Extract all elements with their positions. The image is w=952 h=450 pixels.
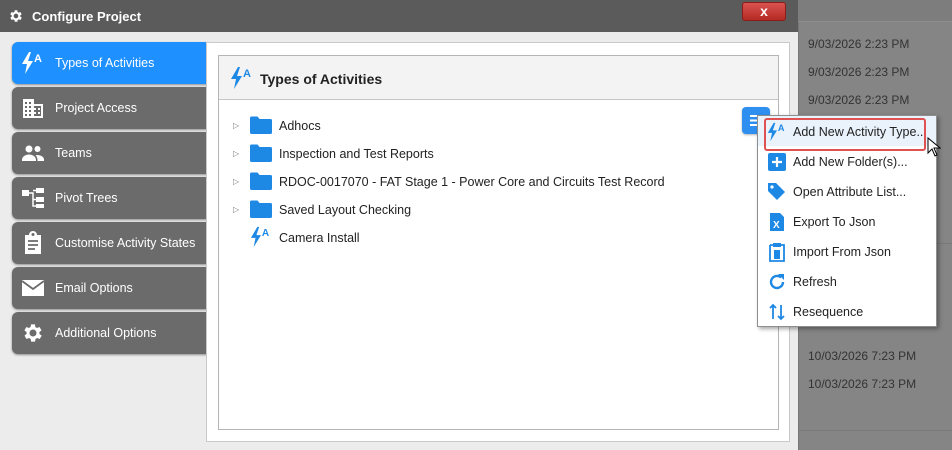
menu-item-label: Import From Json (793, 245, 891, 259)
menu-item-resequence[interactable]: Resequence (758, 296, 936, 326)
clipboard-icon (25, 231, 41, 254)
dialog-body: A Types of Activities Project Access Tea… (0, 32, 798, 450)
gear-icon (10, 10, 22, 22)
tree-item-label: Adhocs (279, 119, 321, 133)
svg-text:A: A (243, 68, 251, 80)
configure-project-dialog: Configure Project x A Types of Activitie… (0, 0, 798, 450)
mouse-cursor-icon (927, 137, 941, 157)
sidebar-item-teams[interactable]: Teams (12, 132, 208, 174)
svg-text:X: X (773, 220, 780, 231)
building-icon (23, 99, 43, 118)
gear-icon (24, 324, 42, 342)
menu-item-open-attribute-list[interactable]: Open Attribute List... (758, 176, 936, 206)
activity-type-icon: A (22, 52, 42, 74)
sidebar-item-label: Email Options (55, 281, 133, 295)
tree-item-label: Camera Install (279, 231, 360, 245)
resequence-icon (769, 303, 785, 321)
envelope-icon (21, 280, 45, 296)
import-icon (769, 243, 785, 262)
sidebar-item-label: Customise Activity States (55, 236, 196, 250)
menu-item-label: Add New Folder(s)... (793, 155, 908, 169)
menu-item-label: Refresh (793, 275, 837, 289)
folder-icon (250, 172, 272, 190)
dialog-titlebar: Configure Project x (0, 0, 798, 32)
types-of-activities-panel: A Types of Activities ▷ Adhocs ▷ Inspect… (218, 55, 779, 430)
content-area: A Types of Activities ▷ Adhocs ▷ Inspect… (206, 42, 790, 442)
menu-item-import-from-json[interactable]: Import From Json (758, 236, 936, 266)
sidebar-nav: A Types of Activities Project Access Tea… (12, 42, 208, 357)
background-date: 9/03/2026 2:23 PM (808, 93, 910, 107)
sidebar-item-customise-activity-states[interactable]: Customise Activity States (12, 222, 208, 264)
svg-text:A: A (34, 53, 42, 65)
menu-item-refresh[interactable]: Refresh (758, 266, 936, 296)
refresh-icon (769, 274, 785, 290)
sidebar-item-label: Additional Options (55, 326, 157, 340)
activity-type-icon: A (231, 67, 251, 89)
folder-icon (250, 144, 272, 162)
tree-item-label: Inspection and Test Reports (279, 147, 434, 161)
sidebar-item-pivot-trees[interactable]: Pivot Trees (12, 177, 208, 219)
close-button[interactable]: x (742, 2, 786, 21)
background-date: 9/03/2026 2:23 PM (808, 65, 910, 79)
menu-item-label: Resequence (793, 305, 864, 319)
panel-title: Types of Activities (260, 71, 383, 87)
sidebar-item-email-options[interactable]: Email Options (12, 267, 208, 309)
tag-icon (768, 183, 785, 200)
sidebar-item-label: Project Access (55, 101, 137, 115)
tree-item[interactable]: A Camera Install (229, 224, 749, 252)
menu-item-label: Export To Json (793, 215, 876, 229)
background-date: 9/03/2026 2:23 PM (808, 37, 910, 51)
sidebar-item-additional-options[interactable]: Additional Options (12, 312, 208, 354)
sidebar-item-label: Teams (55, 146, 92, 160)
svg-text:A: A (262, 228, 270, 239)
tree-item-label: Saved Layout Checking (279, 203, 412, 217)
folder-icon (250, 116, 272, 134)
folder-icon (250, 200, 272, 218)
tree-item[interactable]: ▷ Inspection and Test Reports (229, 140, 749, 168)
tree-item[interactable]: ▷ Saved Layout Checking (229, 196, 749, 224)
sidebar-item-project-access[interactable]: Project Access (12, 87, 208, 129)
dialog-title: Configure Project (32, 9, 142, 24)
activity-type-icon: A (250, 226, 270, 248)
tree-item[interactable]: ▷ RDOC-0017070 - FAT Stage 1 - Power Cor… (229, 168, 749, 196)
sidebar-item-label: Types of Activities (55, 56, 155, 70)
menu-item-label: Open Attribute List... (793, 185, 907, 199)
background-header (798, 0, 952, 22)
panel-header: A Types of Activities (219, 56, 778, 100)
expand-arrow-icon[interactable]: ▷ (233, 177, 241, 187)
tree-item[interactable]: ▷ Adhocs (229, 112, 749, 140)
sidebar-item-label: Pivot Trees (55, 191, 118, 205)
people-icon (22, 145, 44, 161)
tree-item-label: RDOC-0017070 - FAT Stage 1 - Power Core … (279, 175, 665, 189)
menu-item-export-to-json[interactable]: X Export To Json (758, 206, 936, 236)
background-date: 10/03/2026 7:23 PM (808, 349, 917, 363)
tree-structure-icon (22, 188, 44, 208)
export-icon: X (770, 213, 784, 231)
highlight-outline (764, 118, 926, 151)
background-divider (798, 430, 952, 431)
plus-icon (768, 153, 786, 171)
expand-arrow-icon[interactable]: ▷ (233, 149, 241, 159)
sidebar-item-types-of-activities[interactable]: A Types of Activities (12, 42, 208, 84)
expand-arrow-icon[interactable]: ▷ (233, 205, 241, 215)
expand-arrow-icon[interactable]: ▷ (233, 121, 241, 131)
activity-tree: ▷ Adhocs ▷ Inspection and Test Reports ▷… (229, 112, 749, 252)
background-date: 10/03/2026 7:23 PM (808, 377, 917, 391)
